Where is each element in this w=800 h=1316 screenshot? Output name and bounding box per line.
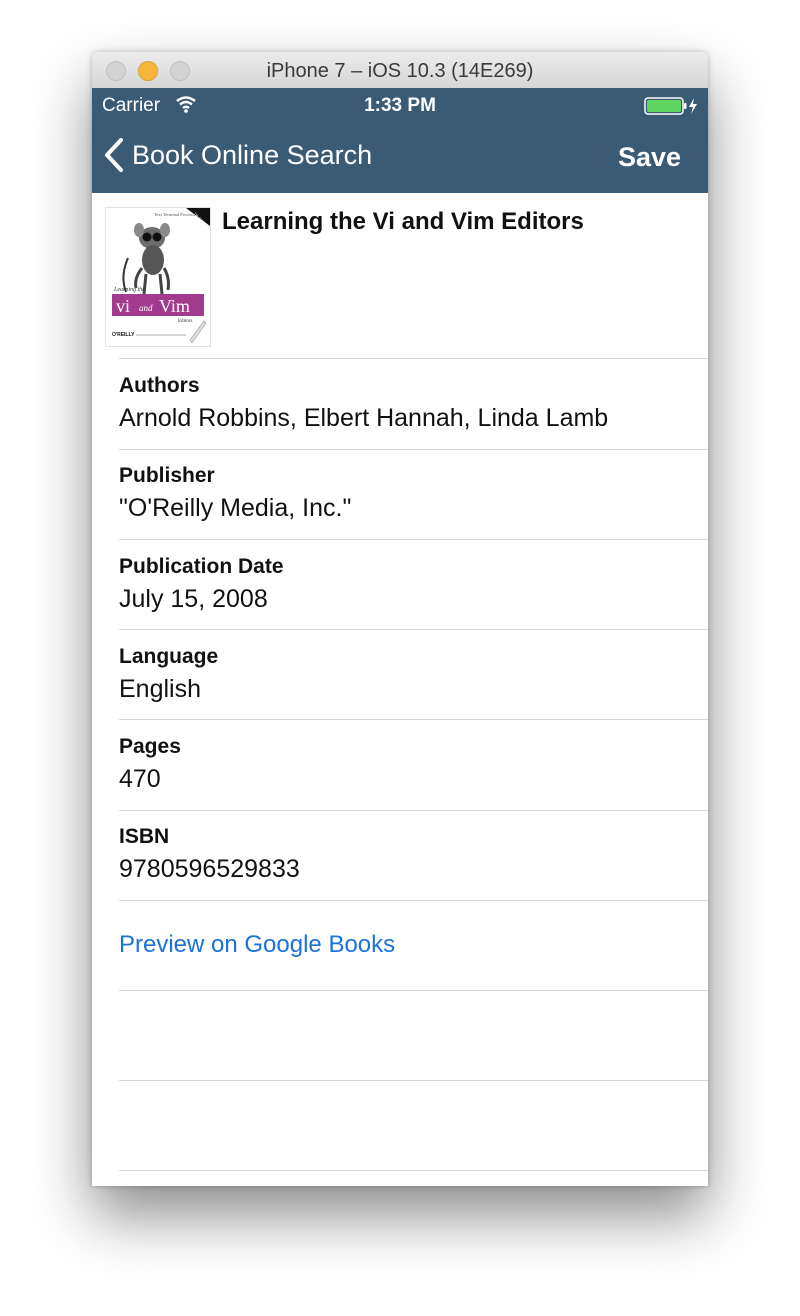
window-title: iPhone 7 – iOS 10.3 (14E269) <box>266 60 534 82</box>
battery-charging-icon <box>644 97 697 115</box>
book-cover-image: Text Terminal Processing 7th Edition Lea… <box>105 207 211 347</box>
row-separator <box>119 900 708 901</box>
language-value: English <box>119 675 201 703</box>
cover-editors-text: Editors <box>178 319 192 324</box>
back-button-label: Book Online Search <box>132 139 373 170</box>
isbn-row: ISBN 9780596529833 <box>119 825 708 885</box>
publisher-label: Publisher <box>119 464 215 487</box>
publication-date-value: July 15, 2008 <box>119 585 268 613</box>
row-separator <box>119 629 708 630</box>
book-detail-table: Text Terminal Processing 7th Edition Lea… <box>92 193 708 1186</box>
publisher-row: Publisher "O'Reilly Media, Inc." <box>119 464 708 524</box>
authors-row: Authors Arnold Robbins, Elbert Hannah, L… <box>119 374 708 434</box>
isbn-label: ISBN <box>119 825 170 848</box>
preview-google-books-link[interactable]: Preview on Google Books <box>119 931 395 959</box>
back-button[interactable]: Book Online Search <box>104 138 372 172</box>
status-time: 1:33 PM <box>364 95 436 116</box>
publisher-value: "O'Reilly Media, Inc." <box>119 494 352 522</box>
row-separator <box>119 990 708 991</box>
navigation-bar: Carrier 1:33 PM Book Online Search Save <box>92 88 708 193</box>
book-title: Learning the Vi and Vim Editors <box>222 208 584 235</box>
save-button[interactable]: Save <box>618 142 681 173</box>
cover-vi-text: vi <box>116 296 130 316</box>
row-separator <box>119 449 708 450</box>
language-label: Language <box>119 645 219 668</box>
publication-date-label: Publication Date <box>119 555 284 578</box>
language-row: Language English <box>119 645 708 705</box>
chevron-left-icon <box>105 138 123 172</box>
row-separator <box>119 719 708 720</box>
book-header-cell: Text Terminal Processing 7th Edition Lea… <box>92 193 708 358</box>
publication-date-row: Publication Date July 15, 2008 <box>119 555 708 615</box>
window-titlebar: iPhone 7 – iOS 10.3 (14E269) <box>92 52 708 89</box>
simulator-window: iPhone 7 – iOS 10.3 (14E269) Carrier 1:3… <box>92 52 708 1186</box>
row-separator <box>119 539 708 540</box>
pages-row: Pages 470 <box>119 735 708 795</box>
cover-vim-text: Vim <box>159 296 190 316</box>
pages-label: Pages <box>119 735 181 758</box>
row-separator <box>119 1080 708 1081</box>
isbn-value: 9780596529833 <box>119 855 300 883</box>
cover-and-text: and <box>139 303 153 313</box>
authors-value: Arnold Robbins, Elbert Hannah, Linda Lam… <box>119 404 609 432</box>
cover-learning-text: Learning the <box>113 287 145 293</box>
row-separator <box>119 358 708 359</box>
row-separator <box>119 1170 708 1171</box>
authors-label: Authors <box>119 374 200 397</box>
cover-publisher-text: O'REILLY <box>112 332 135 338</box>
pages-value: 470 <box>119 765 161 793</box>
row-separator <box>119 810 708 811</box>
